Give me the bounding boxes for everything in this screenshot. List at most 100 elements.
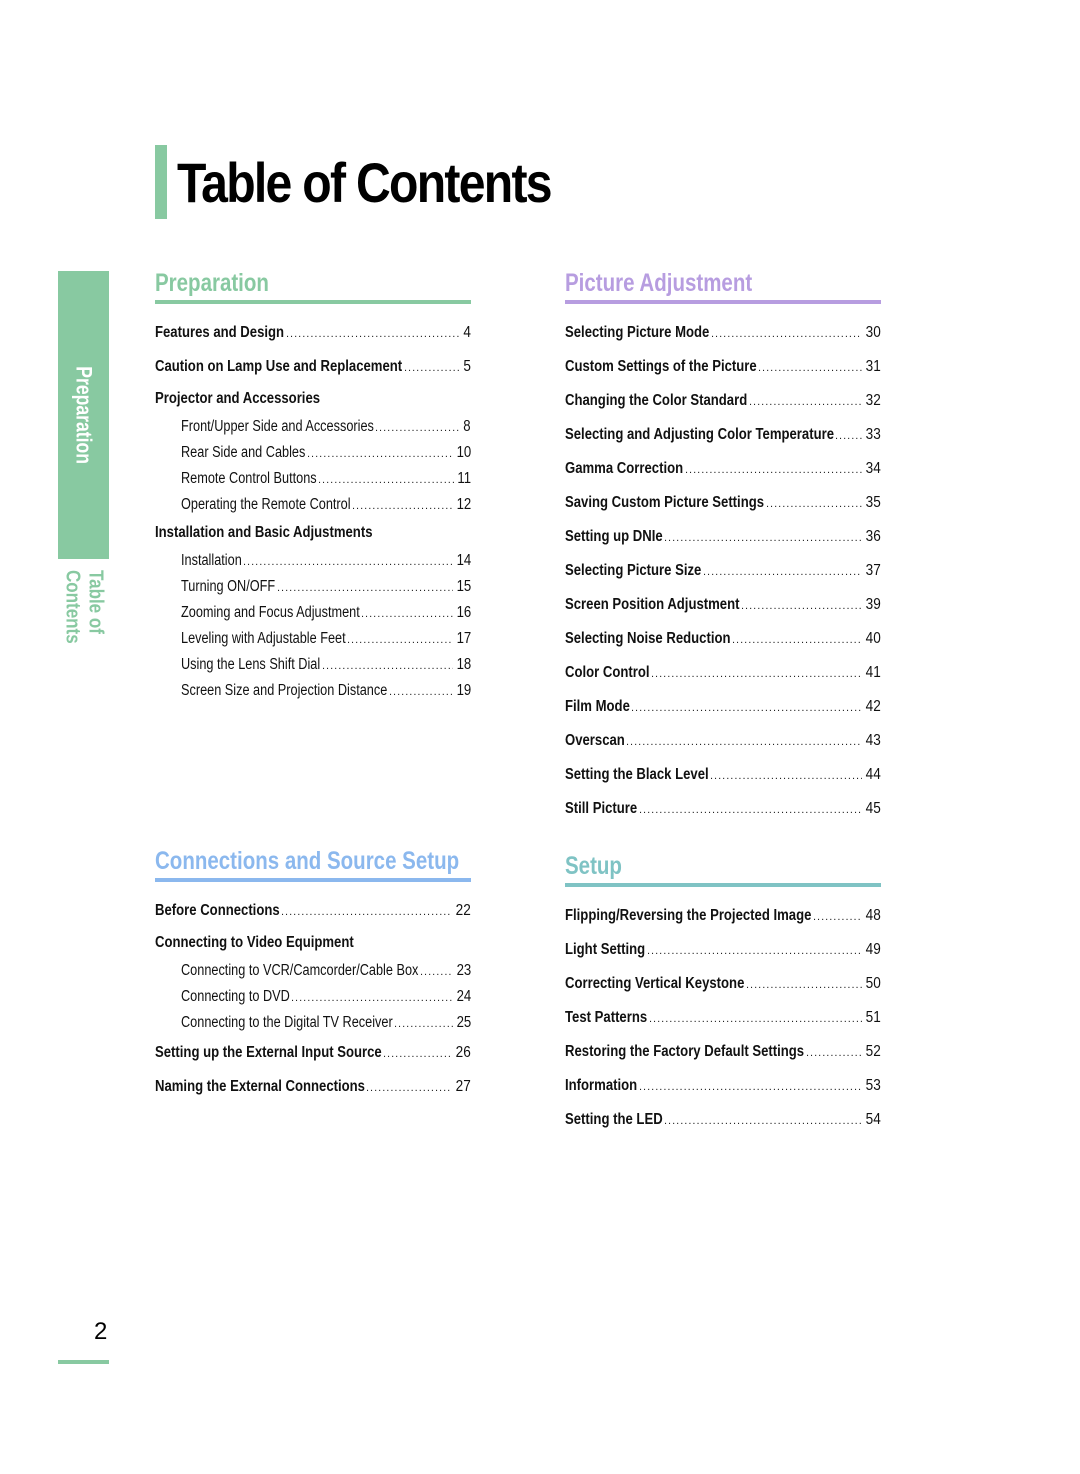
toc-entry[interactable]: Color Control 41 [565,656,881,690]
toc-entry[interactable]: Changing the Color Standard 32 [565,384,881,418]
section-setup: Setup Flipping/Reversing the Projected I… [565,851,881,1137]
toc-entry-label: Naming the External Connections [155,1078,365,1095]
toc-entry-label: Connecting to the Digital TV Receiver [181,1014,393,1031]
toc-entry[interactable]: Screen Position Adjustment 39 [565,588,881,622]
section-rule [155,878,471,882]
dot-leader [366,1071,452,1105]
section-rule [565,883,881,887]
toc-entry[interactable]: Still Picture 45 [565,792,881,826]
toc-group-heading: Connecting to Video Equipment [155,928,471,958]
dot-leader [291,985,453,1011]
toc-entry[interactable]: Selecting Picture Size 37 [565,554,881,588]
toc-subentry[interactable]: Turning ON/OFF 15 [155,574,471,600]
toc-subentry[interactable]: Connecting to DVD 24 [155,984,471,1010]
toc-entry-label: Features and Design [155,324,285,341]
toc-entry-label: Leveling with Adjustable Feet [181,630,346,647]
dot-leader [710,759,862,793]
dot-leader [404,351,461,385]
toc-entry[interactable]: Setting the Black Level 44 [565,758,881,792]
toc-entry-label: Overscan [565,732,625,749]
toc-subentry[interactable]: Using the Lens Shift Dial 18 [155,652,471,678]
toc-subentry[interactable]: Front/Upper Side and Accessories 8 [155,414,471,440]
toc-subentry[interactable]: Leveling with Adjustable Feet 17 [155,626,471,652]
section-connections: Connections and Source Setup Before Conn… [155,846,471,1104]
toc-page-number: 12 [456,496,471,513]
toc-entry-label: Selecting Picture Size [565,562,702,579]
dot-leader [741,589,862,623]
toc-entry-label: Operating the Remote Control [181,496,351,513]
toc-entry-label: Using the Lens Shift Dial [181,656,321,673]
toc-page-number: 34 [865,460,881,477]
side-tab-label: Preparation [71,366,97,464]
toc-page-number: 26 [455,1044,471,1061]
toc-entry[interactable]: Flipping/Reversing the Projected Image 48 [565,899,881,933]
toc-subentry[interactable]: Rear Side and Cables 10 [155,440,471,466]
toc-page-number: 11 [457,470,471,487]
toc-page-number: 15 [456,578,471,595]
toc-entry[interactable]: Gamma Correction 34 [565,452,881,486]
toc-entry-label: Turning ON/OFF [181,578,276,595]
toc-subentry[interactable]: Connecting to the Digital TV Receiver 25 [155,1010,471,1036]
dot-leader [835,419,862,453]
toc-entry-label: Light Setting [565,941,646,958]
toc-entry[interactable]: Selecting Noise Reduction 40 [565,622,881,656]
toc-page-number: 40 [865,630,881,647]
toc-entry[interactable]: Correcting Vertical Keystone 50 [565,967,881,1001]
dot-leader [664,1104,862,1138]
toc-entry[interactable]: Restoring the Factory Default Settings 52 [565,1035,881,1069]
toc-page-number: 41 [865,664,881,681]
toc-entry[interactable]: Setting up DNIe 36 [565,520,881,554]
entry-list: Flipping/Reversing the Projected Image 48… [565,899,881,1137]
toc-subentry[interactable]: Screen Size and Projection Distance 19 [155,678,471,704]
toc-page-number: 53 [865,1077,881,1094]
toc-entry[interactable]: Setting up the External Input Source 26 [155,1036,471,1070]
side-tab-preparation[interactable]: Preparation [58,271,109,559]
toc-entry[interactable]: Selecting and Adjusting Color Temperatur… [565,418,881,452]
toc-entry-label: Restoring the Factory Default Settings [565,1043,805,1060]
toc-page-number: 4 [463,324,471,341]
toc-entry[interactable]: Selecting Picture Mode 30 [565,316,881,350]
toc-entry[interactable]: Information 53 [565,1069,881,1103]
dot-leader [318,467,454,493]
toc-entry-label: Selecting Picture Mode [565,324,710,341]
toc-entry[interactable]: Features and Design 4 [155,316,471,350]
page-number-rule [58,1360,109,1364]
toc-subentry[interactable]: Remote Control Buttons 11 [155,466,471,492]
dot-leader [352,493,453,519]
toc-entry[interactable]: Naming the External Connections 27 [155,1070,471,1104]
toc-entry[interactable]: Before Connections 22 [155,894,471,928]
section-picture-adjustment: Picture Adjustment Selecting Picture Mod… [565,268,881,826]
page-title: Table of Contents [177,150,553,214]
dot-leader [806,1036,862,1070]
toc-entry-label: Flipping/Reversing the Projected Image [565,907,812,924]
toc-entry[interactable]: Caution on Lamp Use and Replacement 5 [155,350,471,384]
toc-page-number: 44 [865,766,881,783]
dot-leader [243,549,453,575]
toc-page-number: 25 [456,1014,471,1031]
toc-entry[interactable]: Light Setting 49 [565,933,881,967]
dot-leader [389,679,453,705]
toc-entry-label: Gamma Correction [565,460,684,477]
toc-subentry[interactable]: Zooming and Focus Adjustment 16 [155,600,471,626]
toc-entry-label: Installation [181,552,242,569]
toc-entry[interactable]: Test Patterns 51 [565,1001,881,1035]
toc-subentry[interactable]: Connecting to VCR/Camcorder/Cable Box 23 [155,958,471,984]
dot-leader [651,657,862,691]
toc-entry-label: Remote Control Buttons [181,470,317,487]
dot-leader [746,968,862,1002]
toc-entry-label: Saving Custom Picture Settings [565,494,765,511]
toc-entry-label: Selecting and Adjusting Color Temperatur… [565,426,834,443]
toc-entry[interactable]: Saving Custom Picture Settings 35 [565,486,881,520]
toc-entry-label: Front/Upper Side and Accessories [181,418,374,435]
dot-leader [639,793,862,827]
toc-entry[interactable]: Setting the LED 54 [565,1103,881,1137]
toc-subentry[interactable]: Installation 14 [155,548,471,574]
toc-entry[interactable]: Film Mode 42 [565,690,881,724]
toc-entry[interactable]: Custom Settings of the Picture 31 [565,350,881,384]
toc-entry-label: Correcting Vertical Keystone [565,975,745,992]
toc-page-number: 19 [456,682,471,699]
toc-entry-label: Connecting to VCR/Camcorder/Cable Box [181,962,419,979]
toc-subentry[interactable]: Operating the Remote Control 12 [155,492,471,518]
toc-entry-label: Rear Side and Cables [181,444,306,461]
toc-entry[interactable]: Overscan 43 [565,724,881,758]
